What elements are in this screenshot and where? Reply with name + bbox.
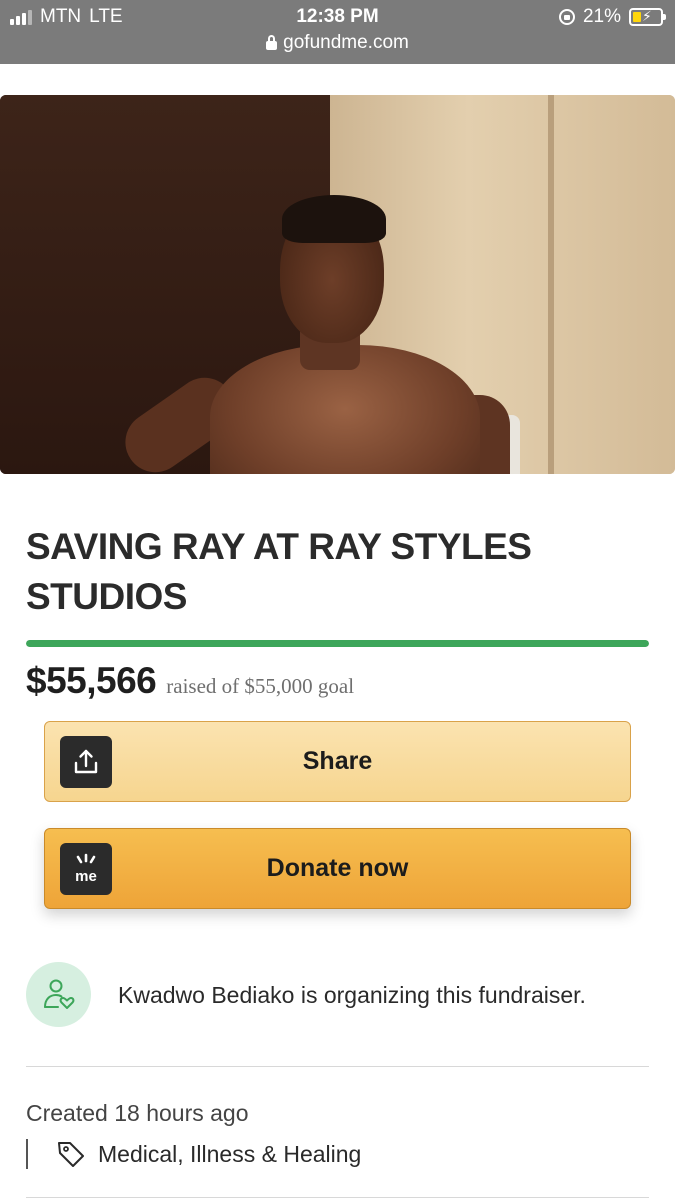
category-link[interactable]: Medical, Illness & Healing bbox=[56, 1139, 361, 1169]
donate-icon-text: me bbox=[75, 868, 97, 885]
person-heart-icon bbox=[43, 979, 74, 1009]
url-text: gofundme.com bbox=[283, 32, 409, 53]
fundraiser-photo[interactable] bbox=[0, 95, 675, 474]
gofundme-logo-icon: me bbox=[60, 843, 112, 895]
organizer-avatar bbox=[26, 962, 91, 1027]
share-upload-icon bbox=[60, 736, 112, 788]
progress-fill bbox=[26, 640, 649, 647]
status-right: 21% ⚡ bbox=[558, 6, 666, 28]
raised-amount: $55,566 bbox=[26, 660, 157, 701]
category-label: Medical, Illness & Healing bbox=[98, 1140, 362, 1167]
raised-goal-text: raised of $55,000 goal bbox=[166, 674, 355, 698]
battery-percent: 21% bbox=[582, 6, 621, 27]
tag-icon bbox=[58, 1142, 84, 1167]
battery-icon: ⚡ bbox=[629, 8, 666, 26]
organizer-text[interactable]: Kwadwo Bediako is organizing this fundra… bbox=[118, 982, 586, 1009]
donate-now-button[interactable]: me Donate now bbox=[44, 828, 631, 909]
category-row: Medical, Illness & Healing bbox=[26, 1136, 361, 1172]
created-time: Created 18 hours ago bbox=[26, 1100, 249, 1126]
address-bar[interactable]: gofundme.com bbox=[0, 32, 675, 54]
raised-summary: $55,566 raised of $55,000 goal bbox=[26, 660, 354, 702]
donate-label: Donate now bbox=[266, 854, 409, 882]
padlock-icon bbox=[266, 34, 278, 50]
progress-bar bbox=[26, 640, 649, 647]
fundraiser-title: SAVING RAY AT RAY STYLES STUDIOS bbox=[26, 526, 532, 617]
category-separator bbox=[26, 1139, 28, 1169]
status-bar: MTN LTE 12:38 PM 21% ⚡ gofundme.com bbox=[0, 0, 675, 64]
divider-bottom bbox=[26, 1197, 649, 1198]
share-label: Share bbox=[302, 747, 373, 775]
rotation-lock-icon bbox=[558, 9, 575, 25]
share-button[interactable]: Share bbox=[44, 721, 631, 802]
divider bbox=[26, 1066, 649, 1067]
